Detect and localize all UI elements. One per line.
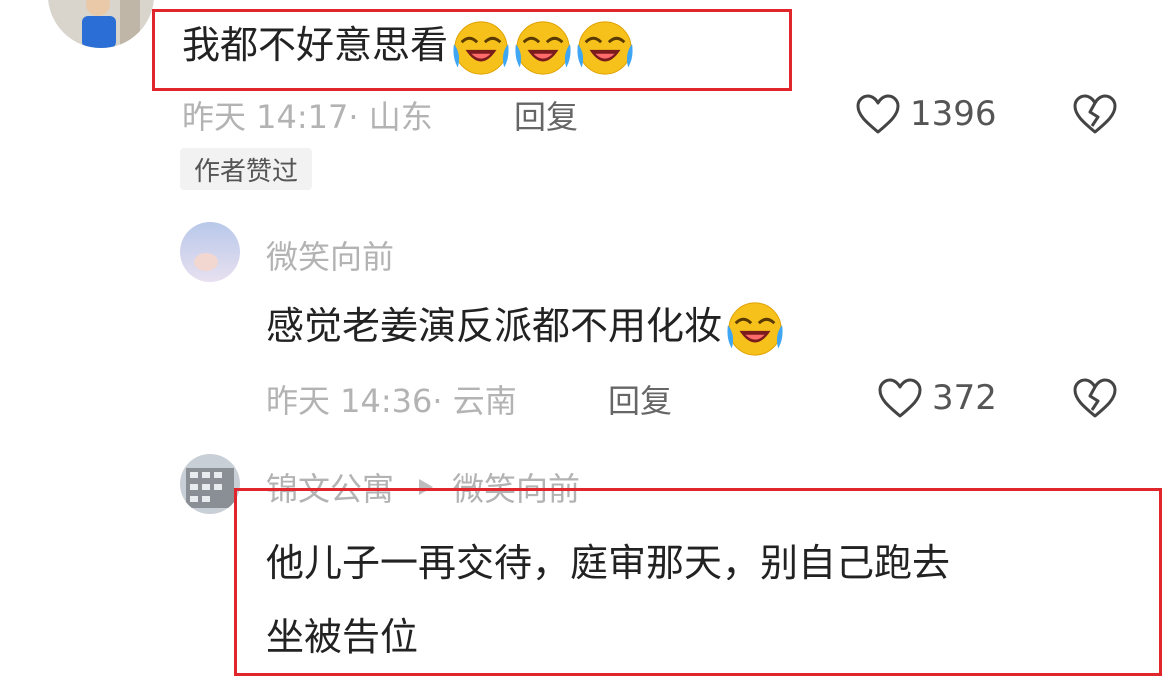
- author-liked-badge: 作者赞过: [180, 148, 313, 190]
- badge-label: 作者赞过: [194, 156, 299, 187]
- avatar[interactable]: [48, 0, 154, 48]
- reply-button[interactable]: 回复: [608, 376, 672, 422]
- laughing-crying-emoji: [726, 300, 784, 358]
- highlight-box: [234, 488, 1162, 676]
- highlight-box: [152, 9, 792, 91]
- comment-location: · 山东: [348, 98, 433, 136]
- avatar-photo: [180, 222, 240, 282]
- comment-text-content: 感觉老姜演反派都不用化妆: [266, 304, 723, 348]
- like-count: 1396: [910, 94, 997, 134]
- broken-heart-icon[interactable]: [1071, 92, 1119, 136]
- avatar-photo: [180, 454, 240, 514]
- comment-time: 昨天 14:17: [182, 98, 349, 136]
- like-button[interactable]: 372: [876, 374, 997, 422]
- comment-text: 感觉老姜演反派都不用化妆: [266, 295, 784, 358]
- reply-button[interactable]: 回复: [514, 92, 578, 138]
- avatar[interactable]: [180, 222, 240, 282]
- comment-meta: 昨天 14:36· 云南: [266, 376, 517, 422]
- avatar[interactable]: [180, 454, 240, 514]
- like-count: 372: [932, 378, 997, 418]
- comment-location: · 云南: [432, 382, 517, 420]
- like-button[interactable]: 1396: [854, 90, 997, 138]
- heart-icon: [854, 92, 902, 136]
- avatar-photo: [48, 0, 154, 48]
- comment-username[interactable]: 微笑向前: [266, 232, 394, 278]
- broken-heart-icon[interactable]: [1071, 376, 1119, 420]
- comment-time: 昨天 14:36: [266, 382, 433, 420]
- comment-meta: 昨天 14:17· 山东: [182, 92, 433, 138]
- heart-icon: [876, 376, 924, 420]
